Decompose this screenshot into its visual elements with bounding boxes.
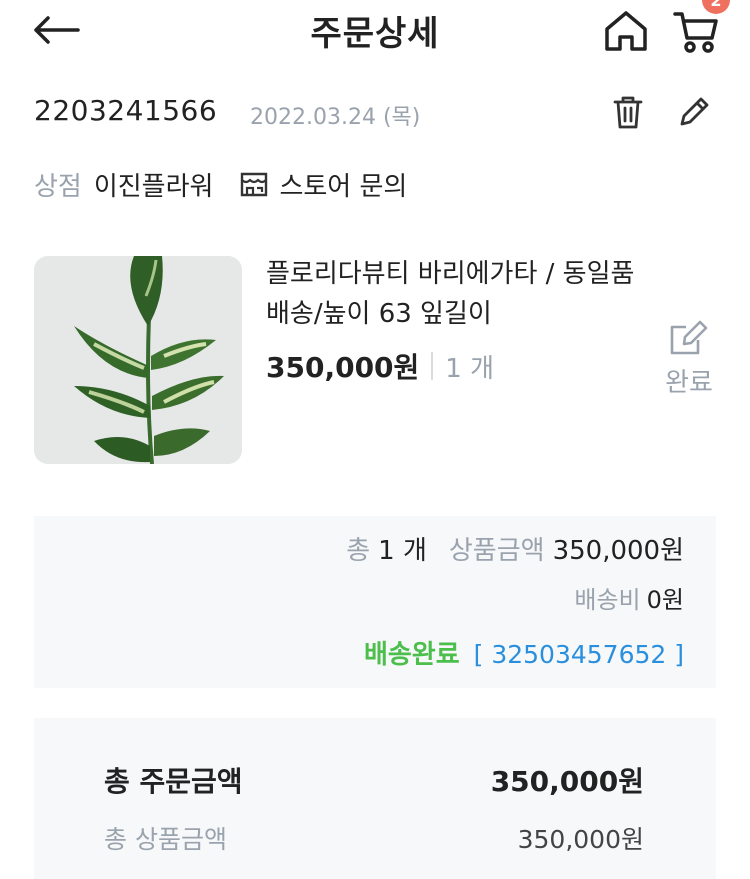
cart-icon — [673, 12, 718, 53]
store-inquiry-label: 스토어 문의 — [279, 171, 408, 202]
write-review-icon — [670, 320, 708, 355]
summary-delivery: 배송완료 [ 32503457652 ] — [364, 634, 684, 671]
store-row: 상점 이진플라워 스토어 문의 — [34, 164, 407, 204]
total-prefix: 총 — [346, 536, 371, 566]
summary-shipping: 배송비 0원 — [574, 580, 684, 615]
review-status-label: 완료 — [665, 368, 713, 398]
home-icon — [605, 11, 647, 51]
store-icon — [239, 170, 269, 198]
delivery-status: 배송완료 — [363, 640, 460, 670]
review-button[interactable]: 완료 — [656, 318, 722, 402]
order-summary-panel: 총 1 개 상품금액 350,000원 배송비 0원 배송완료 [ 325034… — [34, 516, 716, 688]
goods-amount: 350,000원 — [552, 536, 684, 566]
store-name[interactable]: 이진플라워 — [94, 166, 214, 203]
order-total-value: 350,000원 — [490, 765, 644, 798]
order-info-row: 2203241566 2022.03.24 (목) — [34, 92, 724, 132]
product-quantity: 1 개 — [445, 353, 495, 384]
home-button[interactable] — [600, 6, 652, 56]
plant-photo — [34, 256, 242, 464]
price-divider — [431, 352, 434, 380]
edit-order-button[interactable] — [674, 92, 714, 132]
total-count: 1 개 — [378, 536, 427, 566]
store-inquiry-button[interactable]: 스토어 문의 — [239, 166, 407, 203]
shipping-label: 배송비 — [574, 586, 641, 614]
order-total-label: 총 주문금액 — [104, 765, 243, 798]
shipping-fee: 0원 — [646, 586, 684, 614]
product-price: 350,000원 — [266, 351, 420, 384]
product-name[interactable]: 플로리다뷰티 바리에가타 / 동일품배송/높이 63 잎길이 — [266, 254, 646, 334]
app-header: 주문상세 2 — [0, 0, 750, 62]
goods-total-value: 350,000원 — [517, 825, 644, 854]
product-image[interactable] — [34, 256, 242, 464]
order-date: 2022.03.24 (목) — [250, 105, 421, 130]
store-label: 상점 — [34, 171, 82, 202]
summary-count-amount: 총 1 개 상품금액 350,000원 — [346, 530, 684, 567]
delete-order-button[interactable] — [608, 92, 648, 132]
product-price-row: 350,000원 1 개 — [266, 346, 494, 386]
goods-total-label: 총 상품금액 — [104, 825, 227, 854]
tracking-number-link[interactable]: [ 32503457652 ] — [474, 640, 684, 669]
trash-icon — [613, 96, 643, 129]
payment-total-panel: 총 주문금액 350,000원 총 상품금액 350,000원 — [34, 718, 716, 879]
pencil-icon — [680, 97, 709, 126]
goods-amount-label: 상품금액 — [448, 536, 545, 566]
order-number: 2203241566 — [34, 94, 218, 127]
